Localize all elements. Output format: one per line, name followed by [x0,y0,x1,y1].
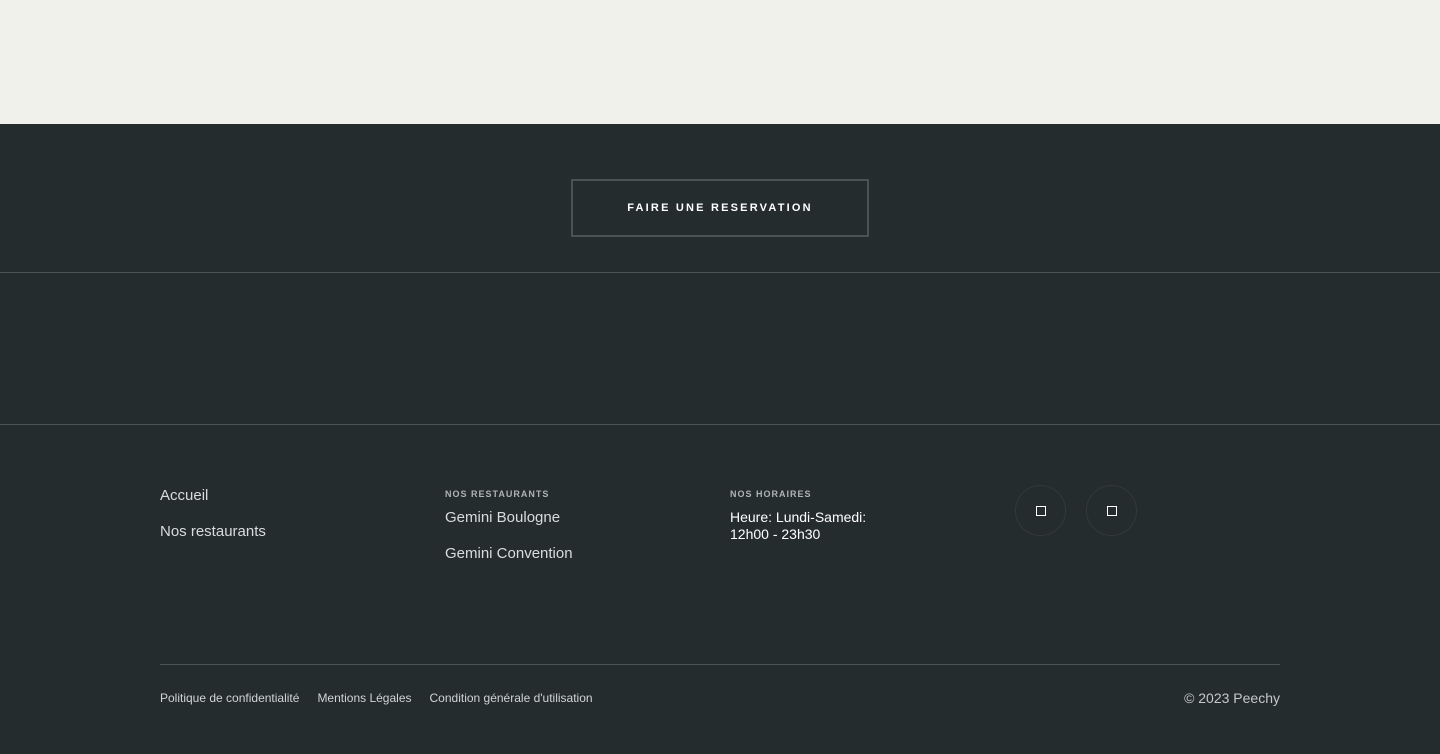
restaurant-link-convention[interactable]: Gemini Convention [445,545,573,563]
copyright-text: © 2023 Peechy [1184,690,1280,706]
social-icon [1106,505,1117,516]
divider-bottom [160,664,1280,665]
social-button-2[interactable] [1086,485,1137,536]
reservation-button[interactable]: FAIRE UNE RESERVATION [571,179,869,237]
restaurants-column: NOS RESTAURANTS Gemini Boulogne Gemini C… [445,489,573,581]
hours-heading: NOS HORAIRES [730,489,812,499]
divider-top [0,272,1440,273]
hours-text: Heure: Lundi-Samedi: 12h00 - 23h30 [730,509,867,542]
social-icon [1035,505,1046,516]
privacy-policy-link[interactable]: Politique de confidentialité [160,691,299,706]
footer-nav-item-nos-restaurants[interactable]: Nos restaurants [160,523,266,541]
footer-nav-item-accueil[interactable]: Accueil [160,487,266,505]
restaurants-heading: NOS RESTAURANTS [445,489,550,499]
legal-notice-link[interactable]: Mentions Légales [317,691,411,706]
social-button-1[interactable] [1015,485,1066,536]
site-footer: FAIRE UNE RESERVATION Accueil Nos restau… [0,124,1440,754]
top-section [0,0,1440,124]
footer-nav: Accueil Nos restaurants [160,487,266,559]
social-links [1015,485,1137,536]
terms-of-use-link[interactable]: Condition générale d'utilisation [430,691,593,706]
divider-middle [0,424,1440,425]
restaurant-link-boulogne[interactable]: Gemini Boulogne [445,509,573,527]
legal-links: Politique de confidentialité Mentions Lé… [160,691,593,706]
hours-column: NOS HORAIRES Heure: Lundi-Samedi: 12h00 … [730,489,890,543]
